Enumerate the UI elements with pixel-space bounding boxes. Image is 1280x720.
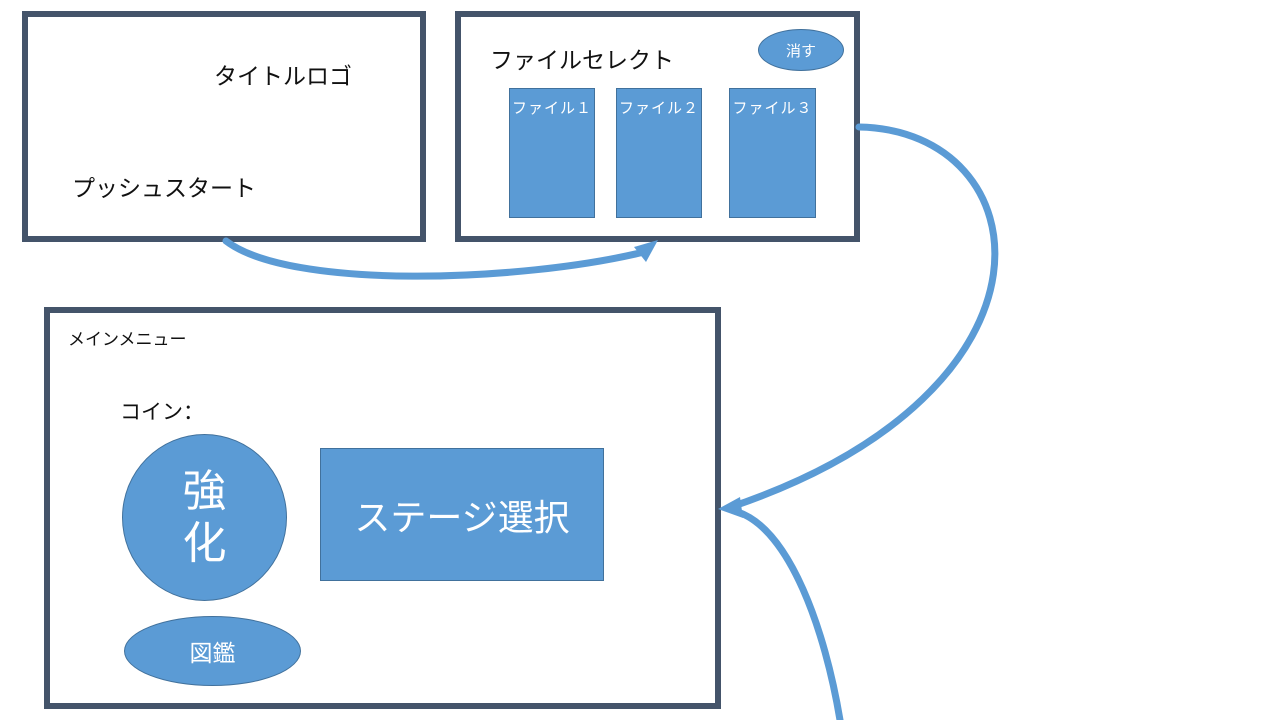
- arrowhead-main-menu: [718, 497, 743, 518]
- arrow-file-select-to-main-menu: [724, 123, 999, 512]
- transition-arrows: [222, 123, 999, 720]
- arrow-title-to-file-select: [222, 237, 648, 280]
- arrow-main-menu-from-below: [734, 508, 844, 720]
- arrowhead-file-select: [634, 240, 658, 262]
